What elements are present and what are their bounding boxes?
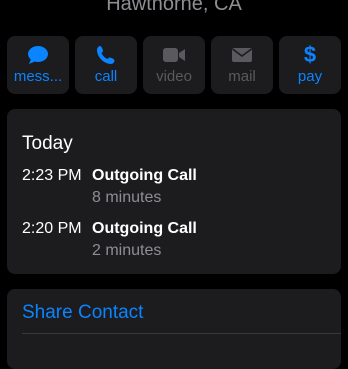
- call-duration: 8 minutes: [92, 189, 162, 206]
- mail-label: mail: [228, 68, 256, 85]
- call-type: Outgoing Call: [92, 167, 197, 184]
- call-duration: 2 minutes: [92, 242, 162, 259]
- message-label: mess...: [13, 68, 63, 85]
- video-label: video: [156, 68, 192, 85]
- call-button[interactable]: call: [75, 36, 137, 94]
- video-icon: [143, 44, 205, 66]
- dollar-icon: $: [303, 42, 317, 67]
- mail-button[interactable]: mail: [211, 36, 273, 94]
- mail-icon: [211, 44, 273, 66]
- call-label: call: [94, 68, 118, 85]
- pay-label: pay: [297, 68, 323, 85]
- call-history-row: 2:23 PM Outgoing Call 8 minutes: [22, 166, 322, 210]
- call-time: 2:20 PM: [22, 220, 82, 237]
- call-time: 2:23 PM: [22, 167, 82, 184]
- message-button[interactable]: mess...: [7, 36, 69, 94]
- call-type: Outgoing Call: [92, 220, 197, 237]
- share-contact-button[interactable]: Share Contact: [22, 302, 143, 324]
- pay-button[interactable]: $ pay: [279, 36, 341, 94]
- call-history-row: 2:20 PM Outgoing Call 2 minutes: [22, 219, 322, 263]
- phone-icon: [75, 44, 137, 66]
- divider: [22, 333, 341, 334]
- history-date-heading: Today: [22, 133, 73, 154]
- quick-actions-bar: mess... call video mail $ pay: [7, 36, 341, 94]
- location-subtitle: Hawthorne, CA: [106, 0, 242, 15]
- video-button[interactable]: video: [143, 36, 205, 94]
- call-history-card: Today 2:23 PM Outgoing Call 8 minutes 2:…: [7, 109, 341, 274]
- message-icon: [7, 44, 69, 66]
- share-contact-card: Share Contact: [7, 289, 341, 369]
